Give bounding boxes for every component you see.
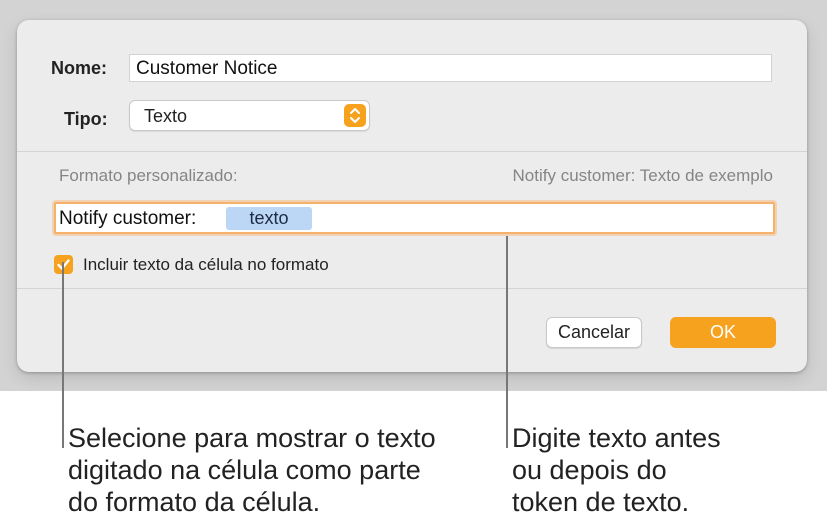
callout-checkbox-explanation: Selecione para mostrar o texto digitado … [68, 422, 488, 518]
type-select[interactable]: Texto [129, 100, 370, 131]
stage: Nome: Customer Notice Tipo: Texto Format… [0, 0, 827, 529]
name-field[interactable]: Customer Notice [129, 54, 772, 82]
section-divider-top [17, 151, 807, 152]
up-down-chevron-icon[interactable] [344, 104, 366, 127]
callout-line: ou depois do [512, 455, 667, 485]
callout-line: digitado na célula como parte [68, 455, 421, 485]
format-label: Formato personalizado: [59, 166, 238, 185]
type-label: Tipo: [64, 109, 108, 129]
text-token[interactable]: texto [226, 207, 312, 230]
ok-button[interactable]: OK [670, 317, 776, 348]
callout-line: do formato da célula. [68, 487, 321, 517]
callout-line: token de texto. [512, 487, 690, 517]
callout-line: Digite texto antes [512, 423, 721, 453]
sample-text: Notify customer: Texto de exemplo [512, 166, 773, 185]
custom-format-dialog: Nome: Customer Notice Tipo: Texto Format… [17, 20, 807, 372]
include-cell-text-label[interactable]: Incluir texto da célula no formato [83, 255, 329, 275]
callout-leader-left [62, 262, 64, 448]
format-field[interactable]: Notify customer: texto [54, 202, 775, 234]
callout-line: Selecione para mostrar o texto [68, 423, 436, 453]
callout-token-explanation: Digite texto antes ou depois do token de… [512, 422, 812, 518]
section-divider-bottom [17, 288, 807, 289]
callout-leader-right [506, 236, 508, 448]
format-prefix-text: Notify customer: [59, 208, 197, 229]
type-select-value: Texto [144, 106, 188, 126]
cancel-button[interactable]: Cancelar [546, 317, 642, 348]
name-label: Nome: [51, 58, 108, 78]
